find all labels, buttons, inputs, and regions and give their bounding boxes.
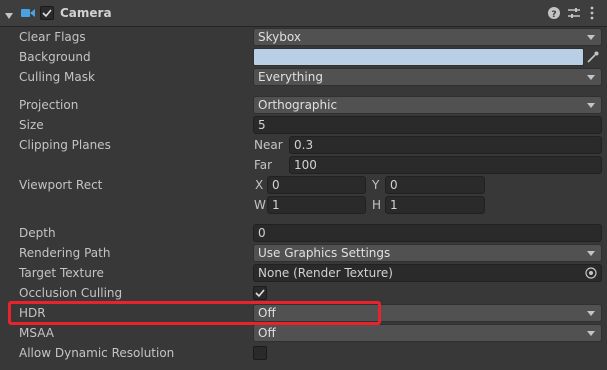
eyedropper-icon[interactable]	[587, 51, 599, 66]
near-label: Near	[254, 138, 283, 152]
chevron-down-icon	[587, 311, 595, 316]
background-row: Background	[0, 47, 607, 67]
foldout-arrow-icon[interactable]	[5, 9, 13, 23]
clear-flags-row: Clear Flags Skybox	[0, 27, 607, 47]
msaa-row: MSAA Off	[0, 323, 607, 343]
chevron-down-icon	[587, 251, 595, 256]
chevron-down-icon	[587, 35, 595, 40]
viewport-rect-row: Viewport Rect X 0 Y 0	[0, 175, 607, 195]
projection-dropdown[interactable]: Orthographic	[253, 96, 602, 114]
rendering-path-label: Rendering Path	[19, 246, 111, 260]
presets-icon[interactable]	[568, 7, 580, 22]
size-value: 5	[258, 118, 266, 132]
size-row: Size 5	[0, 115, 607, 135]
depth-input[interactable]: 0	[253, 224, 602, 242]
viewport-y-input[interactable]: 0	[385, 176, 485, 194]
kebab-menu-icon[interactable]	[590, 6, 594, 23]
viewport-h-label: H	[372, 198, 382, 212]
far-value: 100	[294, 158, 317, 172]
viewport-x-value: 0	[272, 178, 280, 192]
viewport-h-value: 1	[390, 198, 398, 212]
occlusion-culling-row: Occlusion Culling	[0, 283, 607, 303]
component-header: Camera ?	[0, 0, 607, 27]
background-color-swatch[interactable]	[253, 48, 584, 66]
target-texture-label: Target Texture	[19, 266, 104, 280]
component-title: Camera	[60, 6, 112, 20]
object-picker-icon[interactable]	[585, 267, 597, 281]
viewport-x-input[interactable]: 0	[267, 176, 366, 194]
msaa-value: Off	[258, 326, 276, 340]
far-input[interactable]: 100	[289, 156, 602, 174]
viewport-y-label: Y	[372, 178, 380, 192]
size-label: Size	[19, 118, 44, 132]
viewport-w-label: W	[254, 198, 266, 212]
clear-flags-value: Skybox	[258, 30, 301, 44]
viewport-w-input[interactable]: 1	[267, 196, 366, 214]
clipping-planes-far-row: Far 100	[0, 155, 607, 175]
near-input[interactable]: 0.3	[289, 136, 602, 154]
target-texture-row: Target Texture None (Render Texture)	[0, 263, 607, 283]
help-icon[interactable]: ?	[548, 7, 560, 22]
clipping-planes-row: Clipping Planes Near 0.3	[0, 135, 607, 155]
viewport-w-value: 1	[272, 198, 280, 212]
chevron-down-icon	[587, 75, 595, 80]
viewport-y-value: 0	[390, 178, 398, 192]
culling-mask-value: Everything	[258, 70, 323, 84]
viewport-rect-size-row: W 1 H 1	[0, 195, 607, 215]
depth-value: 0	[258, 226, 266, 240]
target-texture-value: None (Render Texture)	[258, 266, 393, 280]
clear-flags-label: Clear Flags	[19, 30, 86, 44]
depth-row: Depth 0	[0, 223, 607, 243]
allow-dynamic-resolution-row: Allow Dynamic Resolution	[0, 343, 607, 363]
viewport-x-label: X	[255, 178, 264, 192]
target-texture-field[interactable]: None (Render Texture)	[253, 264, 602, 282]
culling-mask-label: Culling Mask	[19, 70, 95, 84]
chevron-down-icon	[587, 331, 595, 336]
msaa-dropdown[interactable]: Off	[253, 324, 602, 342]
msaa-label: MSAA	[19, 326, 54, 340]
camera-icon	[21, 7, 35, 22]
far-label: Far	[254, 158, 273, 172]
near-value: 0.3	[294, 138, 314, 152]
projection-value: Orthographic	[258, 98, 338, 112]
svg-text:?: ?	[551, 10, 556, 19]
rendering-path-row: Rendering Path Use Graphics Settings	[0, 243, 607, 263]
allow-dynamic-resolution-label: Allow Dynamic Resolution	[19, 346, 175, 360]
chevron-down-icon	[587, 103, 595, 108]
hdr-highlight-annotation	[8, 301, 381, 325]
viewport-h-input[interactable]: 1	[385, 196, 485, 214]
culling-mask-dropdown[interactable]: Everything	[253, 68, 602, 86]
projection-row: Projection Orthographic	[0, 95, 607, 115]
rendering-path-dropdown[interactable]: Use Graphics Settings	[253, 244, 602, 262]
size-input[interactable]: 5	[253, 116, 602, 134]
culling-mask-row: Culling Mask Everything	[0, 67, 607, 87]
allow-dynamic-resolution-checkbox[interactable]	[253, 346, 267, 360]
component-enabled-checkbox[interactable]	[40, 6, 54, 20]
background-label: Background	[19, 50, 91, 64]
occlusion-culling-checkbox[interactable]	[253, 286, 267, 300]
occlusion-culling-label: Occlusion Culling	[19, 286, 123, 300]
clear-flags-dropdown[interactable]: Skybox	[253, 28, 602, 46]
projection-label: Projection	[19, 98, 79, 112]
viewport-rect-label: Viewport Rect	[19, 178, 103, 192]
clipping-planes-label: Clipping Planes	[19, 138, 111, 152]
depth-label: Depth	[19, 226, 56, 240]
rendering-path-value: Use Graphics Settings	[258, 246, 391, 260]
